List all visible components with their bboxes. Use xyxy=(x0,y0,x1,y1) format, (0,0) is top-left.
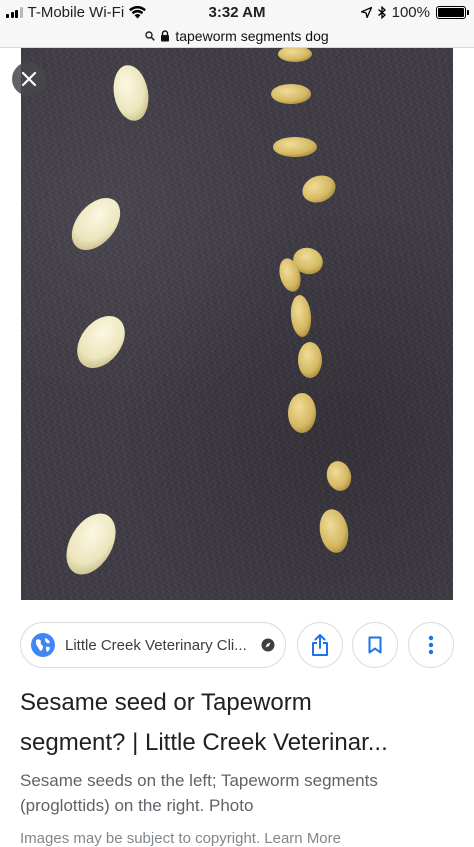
seeds-photo xyxy=(66,48,352,575)
status-bar: T-Mobile Wi-Fi 3:32 AM 100% xyxy=(0,0,474,24)
result-title[interactable]: Sesame seed or Tapeworm segment? | Littl… xyxy=(20,683,450,763)
tapeworm-segment xyxy=(288,393,316,433)
tapeworm-segments xyxy=(271,48,352,553)
globe-icon xyxy=(31,633,55,657)
result-description: Sesame seeds on the left; Tapeworm segme… xyxy=(20,768,450,818)
tapeworm-segment xyxy=(319,509,349,553)
tapeworm-segment xyxy=(290,295,312,337)
source-name: Little Creek Veterinary Cli... xyxy=(65,636,247,654)
result-image[interactable] xyxy=(21,48,453,600)
bookmark-icon xyxy=(368,636,382,654)
url-query: tapeworm segments dog xyxy=(175,27,329,44)
result-description-line2: (proglottids) on the right. Photo xyxy=(20,796,254,815)
status-right: 100% xyxy=(360,4,469,21)
sesame-seed xyxy=(113,65,149,121)
result-title-line1: Sesame seed or Tapeworm xyxy=(20,689,312,716)
more-options-button[interactable] xyxy=(408,622,454,668)
battery-fill xyxy=(438,8,464,17)
battery-percent: 100% xyxy=(391,4,430,21)
lock-icon xyxy=(161,29,170,41)
sesame-seed xyxy=(66,513,116,575)
source-info-icon[interactable] xyxy=(261,638,275,652)
tapeworm-segment xyxy=(302,175,336,203)
tapeworm-segment xyxy=(326,461,352,491)
copyright-notice[interactable]: Images may be subject to copyright. Lear… xyxy=(20,830,450,847)
close-icon xyxy=(21,71,37,87)
source-chip[interactable]: Little Creek Veterinary Cli... xyxy=(20,622,286,668)
tapeworm-segment xyxy=(278,48,312,62)
url-bar[interactable]: tapeworm segments dog xyxy=(0,24,474,48)
tapeworm-segment xyxy=(271,84,311,104)
sesame-seeds xyxy=(66,65,149,575)
bluetooth-icon xyxy=(377,6,386,19)
save-button[interactable] xyxy=(352,622,398,668)
sesame-seed xyxy=(71,197,121,251)
share-button[interactable] xyxy=(297,622,343,668)
share-icon xyxy=(312,634,328,656)
search-icon xyxy=(145,30,156,41)
tapeworm-segment xyxy=(273,137,317,157)
result-description-line1: Sesame seeds on the left; Tapeworm segme… xyxy=(20,771,378,790)
location-arrow-icon xyxy=(360,7,372,18)
battery-icon xyxy=(436,6,469,19)
more-vert-icon xyxy=(428,635,434,655)
source-row: Little Creek Veterinary Cli... xyxy=(20,622,454,668)
close-button[interactable] xyxy=(12,62,46,96)
tapeworm-segment xyxy=(298,342,322,378)
sesame-seed xyxy=(77,316,125,368)
result-title-line2: segment? | Little Creek Veterinar... xyxy=(20,729,388,756)
